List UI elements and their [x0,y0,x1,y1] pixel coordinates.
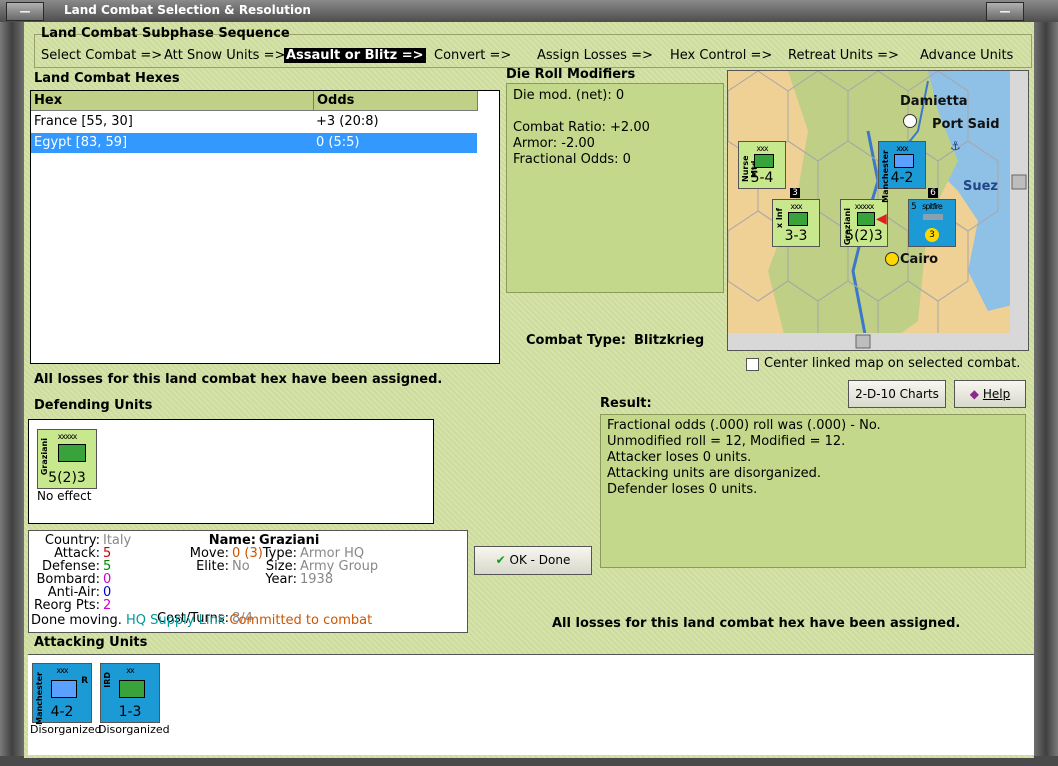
result-line: Unmodified roll = 12, Modified = 12. [607,434,846,449]
defending-units-box: xxxxx Graziani 5(2)3 No effect [28,419,434,524]
ok-done-button[interactable]: ✔ OK - Done [474,546,592,575]
odds-column-header[interactable]: Odds [314,91,478,111]
book-icon: ◆ [969,387,980,401]
subphase-step-6: Retreat Units => [788,48,899,63]
subphase-title: Land Combat Subphase Sequence [41,26,290,41]
defending-title: Defending Units [34,398,153,413]
dice-modifier-line: Die mod. (net): 0 [513,88,625,103]
unit-corner: R [81,676,88,686]
attacking-units-box: xxx Manchester R 4-2 Disorganized xx IRD 1-3 Dis… [28,654,1034,755]
info-reorg: 2 [103,598,112,613]
title-bar[interactable]: — Land Combat Selection & Resolution — [0,0,1058,22]
info-elite: No [232,559,250,574]
result-line: Defender loses 0 units. [607,482,758,497]
stack-count-2: 6 [928,188,938,198]
anchor-icon: ⚓ [950,139,961,153]
dice-title: Die Roll Modifiers [506,67,636,82]
losses-assigned-top: All losses for this land combat hex have… [34,372,443,387]
defending-unit-status: No effect [37,489,92,503]
infantry-symbol-icon [788,212,808,226]
dice-modifier-line: Fractional Odds: 0 [513,152,631,167]
map-counter-e[interactable]: spitfire 5 3 [908,199,956,247]
port-marker-icon [903,114,917,128]
attacking-unit-counter[interactable]: xxx Manchester R 4-2 [32,663,92,725]
hex-cell: Egypt [83, 59] [34,135,128,150]
odds-cell: 0 (5:5) [316,135,360,150]
subphase-step-7: Advance Units [920,48,1014,63]
dialog-content: Land Combat Subphase Sequence Select Com… [24,22,1034,758]
result-line: Attacker loses 0 units. [607,450,752,465]
combat-type-label: Combat Type: [526,333,626,348]
map-counter-d[interactable]: xxx Manchester 4-2 [878,141,926,203]
dice-modifier-line: Armor: -2.00 [513,136,595,151]
combat-type-value: Blitzkrieg [634,333,705,348]
map-counter-b[interactable]: xxx x Inf 3-3 [772,199,820,247]
stack-count-1: 3 [790,188,800,198]
subphase-step-1: Att Snow Units => [164,48,286,63]
linked-map[interactable]: Damietta Port Said Suez Cairo ⚓ xxx Nurs… [727,70,1029,351]
checkmark-icon: ✔ [495,553,506,567]
map-label-suez: Suez [963,179,999,194]
system-menu-button[interactable]: — [6,2,44,21]
subphase-step-5: Hex Control => [670,48,773,63]
dice-modifier-line [513,104,650,120]
left-border [0,22,24,766]
unit-symbol-icon [51,680,77,698]
subphase-step-0: Select Combat => [41,48,163,63]
hex-column-header[interactable]: Hex [31,91,314,111]
unit-name: IRD [103,672,112,688]
attacking-unit-status: Disorganized [98,723,170,736]
map-label-port-said: Port Said [932,117,1000,132]
unit-info-panel: Country: Italy Attack: 5 Defense: 5 Bomb… [28,530,468,633]
unit-symbol-icon [119,680,145,698]
subphase-step-3: Convert => [434,48,512,63]
info-status-line: Done moving. HQ Supply Link Committed to… [31,613,373,628]
map-label-cairo: Cairo [900,252,939,267]
odds-cell: +3 (20:8) [316,114,379,129]
armor-hq-symbol-icon [58,444,86,462]
center-map-label: Center linked map on selected combat. [764,356,1021,371]
close-button[interactable]: — [986,2,1024,21]
result-box: Fractional odds (.000) roll was (.000) -… [600,414,1026,568]
window-title: Land Combat Selection & Resolution [64,3,311,17]
attacking-unit-status: Disorganized [30,723,102,736]
attack-arrow-icon: ◀ [876,211,887,227]
cavalry-symbol-icon [754,154,774,168]
subphase-step-2: Assault or Blitz => [284,48,426,63]
aircraft-icon [923,214,943,220]
attacking-title: Attacking Units [34,635,148,650]
map-counter-a[interactable]: xxx Nurse Mtd 5-4 [738,141,786,189]
attacking-unit-counter[interactable]: xx IRD 1-3 [100,663,160,723]
map-label-damietta: Damietta [900,94,968,109]
table-row[interactable]: France [55, 30] +3 (20:8) [31,112,477,132]
hex-cell: France [55, 30] [34,114,133,129]
unit-value: 4-2 [50,704,74,720]
right-border [1034,22,1058,766]
info-year: 1938 [300,572,334,587]
armor-hq-symbol-icon [857,212,875,226]
charts-button[interactable]: 2-D-10 Charts [848,380,946,408]
dice-modifier-line: Combat Ratio: +2.00 [513,120,650,135]
help-button[interactable]: ◆ Help [954,380,1026,408]
city-marker-icon [885,252,899,266]
hexes-table: Hex Odds France [55, 30] +3 (20:8) Egypt [… [30,90,500,364]
center-map-checkbox[interactable] [746,358,759,371]
result-title: Result: [600,396,652,411]
result-line: Fractional odds (.000) roll was (.000) -… [607,418,881,433]
losses-assigned-bottom: All losses for this land combat hex have… [552,616,961,631]
hexes-title: Land Combat Hexes [34,71,180,86]
table-row[interactable]: Egypt [83, 59] 0 (5:5) [31,133,477,153]
subphase-step-4: Assign Losses => [537,48,653,63]
unit-value: 1-3 [118,704,142,720]
motorized-symbol-icon [894,154,914,168]
defending-unit-counter[interactable]: xxxxx Graziani 5(2)3 [37,429,97,489]
result-line: Attacking units are disorganized. [607,466,821,481]
dice-modifiers-box: Die mod. (net): 0 Combat Ratio: +2.00 Armo… [506,83,724,293]
